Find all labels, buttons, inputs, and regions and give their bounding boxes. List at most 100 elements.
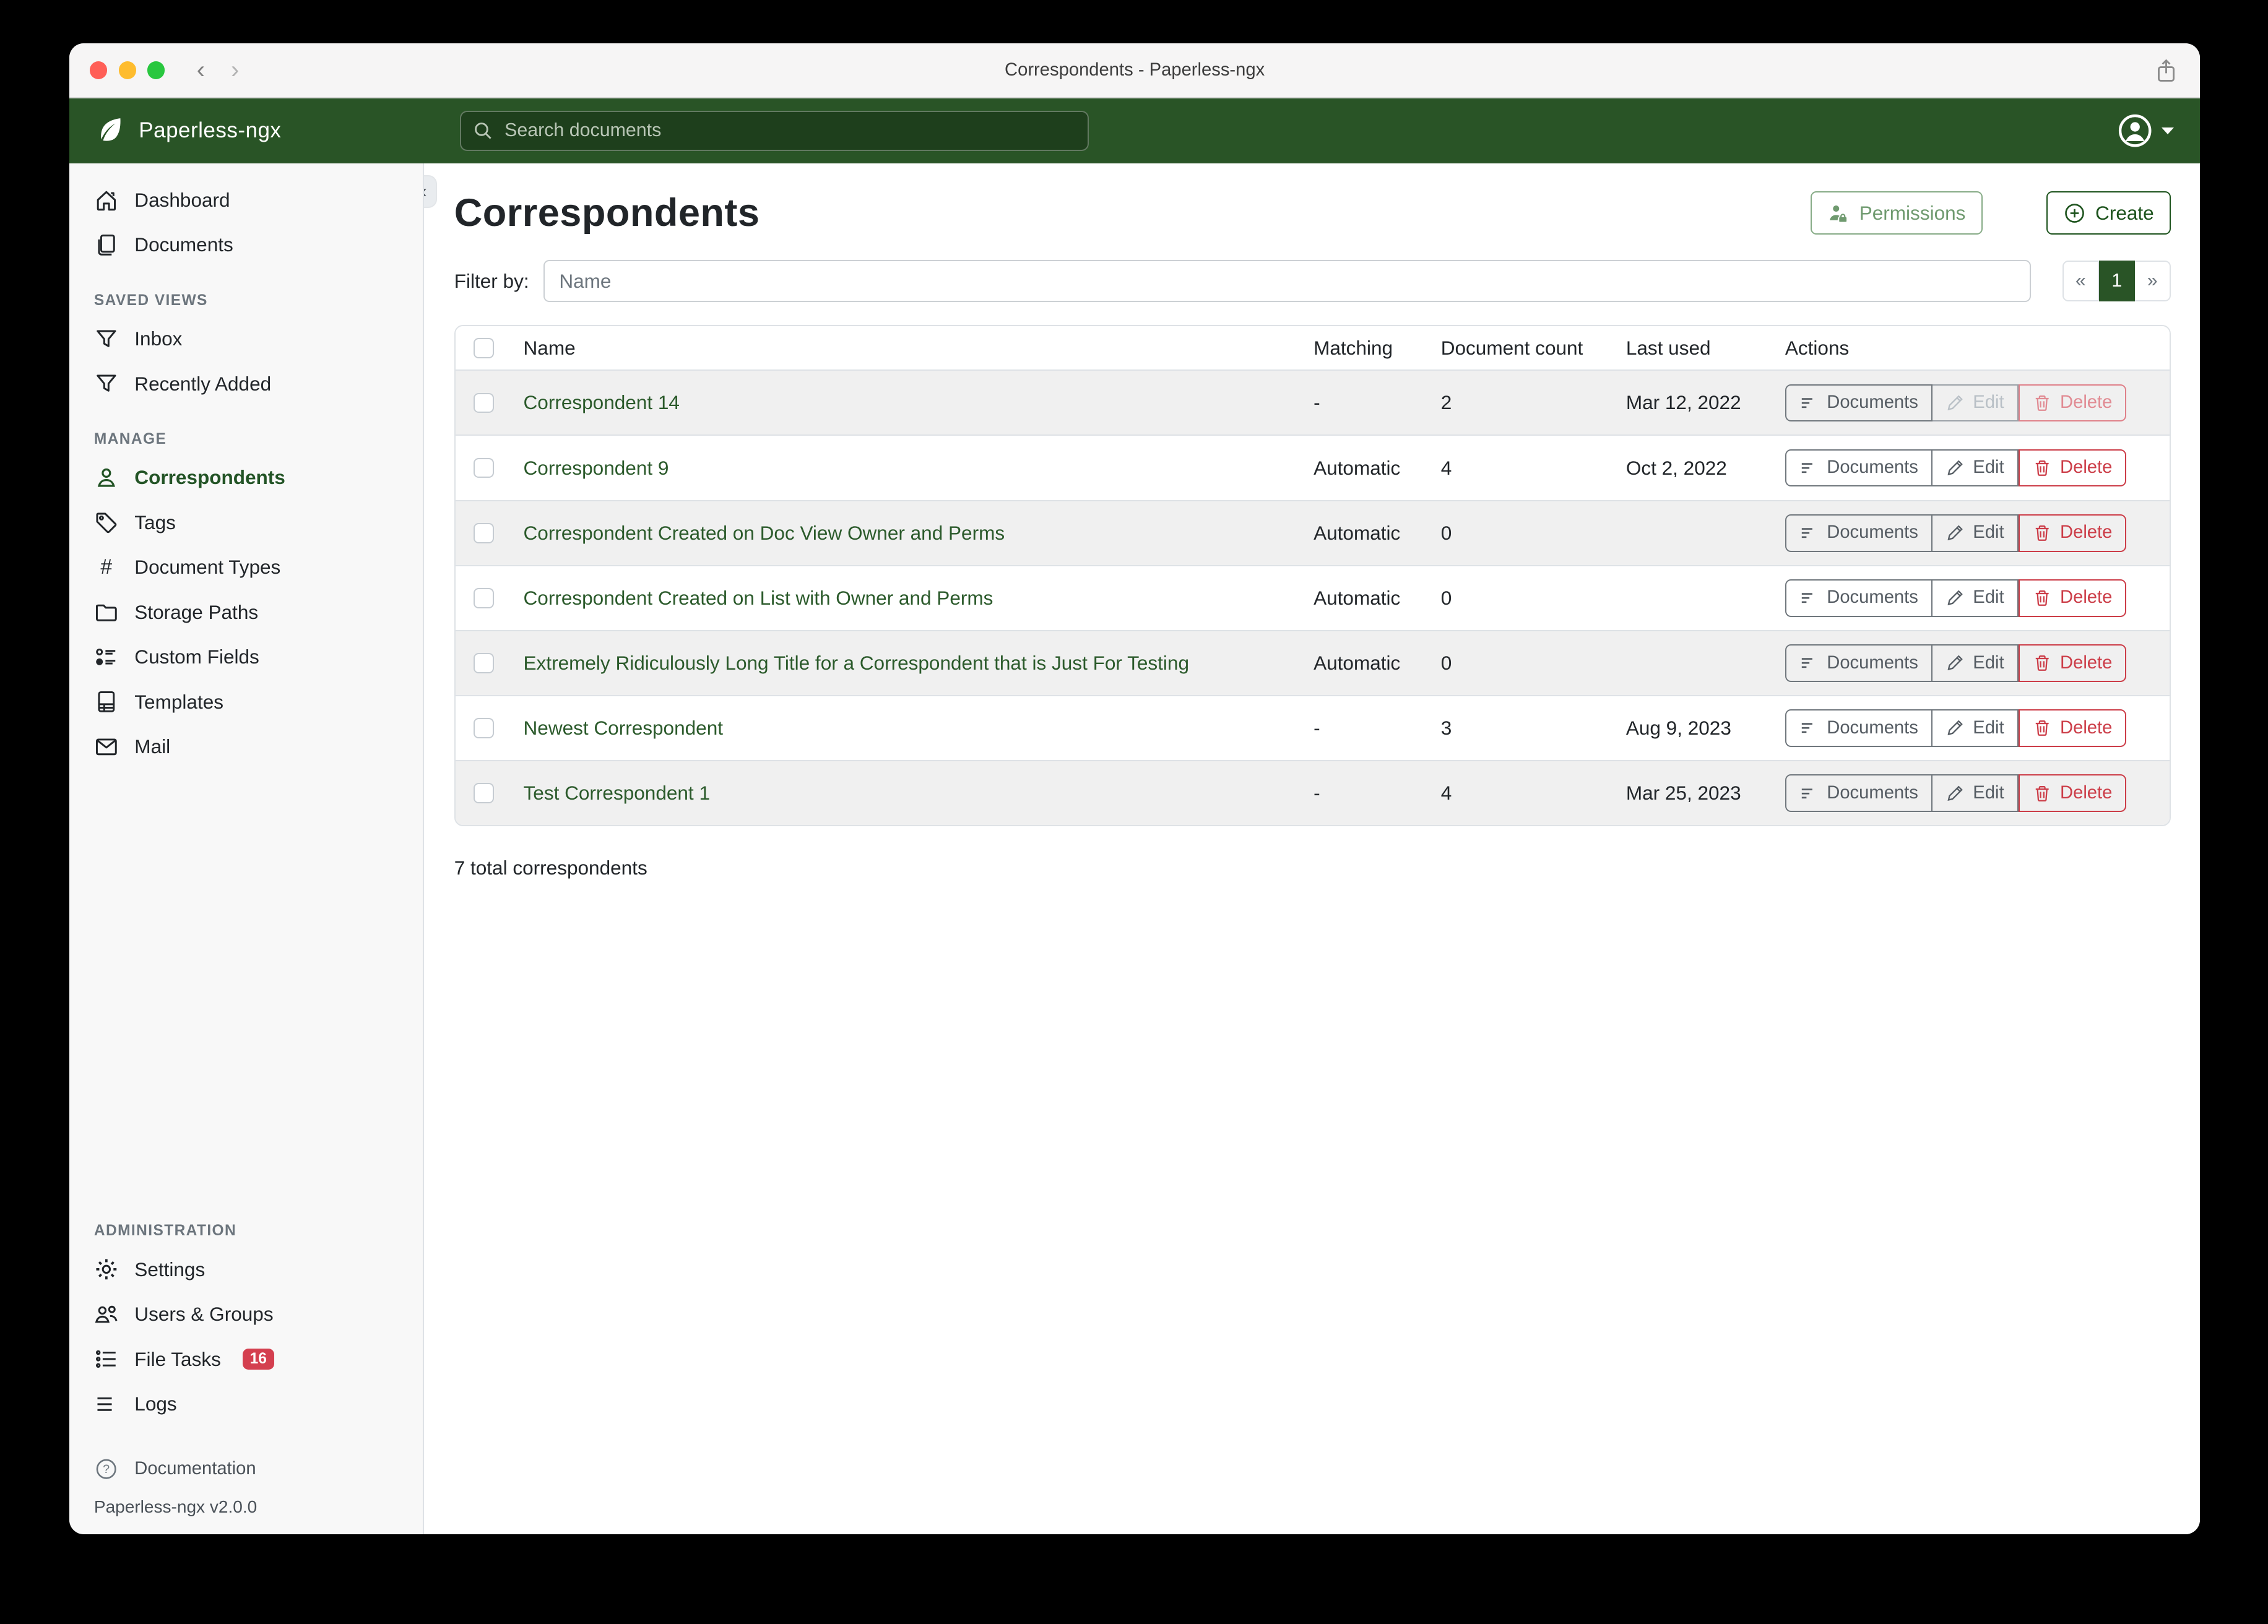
correspondent-name-link[interactable]: Test Correspondent 1 [524, 782, 710, 804]
table-row: Newest Correspondent - 3 Aug 9, 2023 Doc… [456, 695, 2170, 760]
edit-button[interactable]: Edit [1933, 774, 2019, 812]
documents-button-label: Documents [1827, 456, 1918, 480]
correspondent-name-link[interactable]: Correspondent 14 [524, 391, 680, 413]
search-icon [473, 121, 493, 141]
column-header-document-count[interactable]: Document count [1441, 337, 1626, 360]
pencil-icon [1946, 589, 1964, 607]
sidebar-item-document-types[interactable]: # Document Types [69, 545, 422, 590]
funnel-icon [94, 327, 119, 352]
sidebar-item-storage-paths[interactable]: Storage Paths [69, 590, 422, 634]
sidebar-item-recently-added[interactable]: Recently Added [69, 361, 422, 406]
delete-button[interactable]: Delete [2019, 579, 2127, 617]
documents-button[interactable]: Documents [1785, 384, 1933, 422]
matching-cell: - [1314, 782, 1441, 805]
table-row: Extremely Ridiculously Long Title for a … [456, 630, 2170, 695]
edit-button[interactable]: Edit [1933, 644, 2019, 682]
row-checkbox[interactable] [474, 783, 494, 803]
row-checkbox[interactable] [474, 718, 494, 738]
permissions-button[interactable]: Permissions [1811, 191, 1983, 235]
table-row: Correspondent 9 Automatic 4 Oct 2, 2022 … [456, 434, 2170, 499]
row-checkbox[interactable] [474, 653, 494, 673]
edit-button-label: Edit [1973, 456, 2004, 480]
column-header-matching[interactable]: Matching [1314, 337, 1441, 360]
documents-button[interactable]: Documents [1785, 579, 1933, 617]
delete-button-label: Delete [2060, 782, 2112, 805]
users-icon [94, 1302, 119, 1327]
correspondent-name-link[interactable]: Extremely Ridiculously Long Title for a … [524, 652, 1189, 674]
sidebar-item-users-groups[interactable]: Users & Groups [69, 1292, 422, 1337]
share-icon[interactable] [2155, 58, 2177, 84]
sidebar-item-dashboard[interactable]: Dashboard [69, 178, 422, 222]
edit-button-label: Edit [1973, 586, 2004, 610]
delete-button: Delete [2019, 384, 2127, 422]
filter-left-icon [1799, 394, 1818, 412]
create-button[interactable]: Create [2046, 191, 2171, 235]
filter-name-input[interactable] [543, 260, 2031, 302]
row-checkbox[interactable] [474, 458, 494, 478]
trash-icon [2033, 784, 2051, 803]
home-icon [94, 188, 119, 213]
filter-left-icon [1799, 719, 1818, 737]
sidebar-item-mail[interactable]: Mail [69, 724, 422, 769]
documents-button[interactable]: Documents [1785, 514, 1933, 552]
sidebar-item-file-tasks[interactable]: File Tasks 16 [69, 1337, 422, 1381]
sidebar-item-documentation[interactable]: ? Documentation [69, 1446, 422, 1491]
global-search [460, 111, 1089, 151]
pagination-page-1-button[interactable]: 1 [2099, 261, 2135, 301]
folder-icon [94, 600, 119, 624]
sidebar-item-label: Custom Fields [134, 646, 259, 668]
delete-button[interactable]: Delete [2019, 514, 2127, 552]
last-used-cell: Mar 25, 2023 [1626, 782, 1785, 805]
documents-button[interactable]: Documents [1785, 644, 1933, 682]
sidebar-item-inbox[interactable]: Inbox [69, 317, 422, 361]
documents-button[interactable]: Documents [1785, 774, 1933, 812]
page-title: Correspondents [454, 191, 1811, 235]
correspondent-name-link[interactable]: Correspondent Created on Doc View Owner … [524, 522, 1005, 544]
documents-button[interactable]: Documents [1785, 709, 1933, 747]
documents-button-label: Documents [1827, 391, 1918, 415]
sidebar-item-documents[interactable]: Documents [69, 223, 422, 267]
documents-button[interactable]: Documents [1785, 449, 1933, 487]
row-checkbox[interactable] [474, 588, 494, 608]
sidebar-item-templates[interactable]: Templates [69, 680, 422, 724]
sidebar-item-tags[interactable]: Tags [69, 500, 422, 545]
edit-button[interactable]: Edit [1933, 449, 2019, 487]
logs-icon [94, 1392, 119, 1417]
delete-button[interactable]: Delete [2019, 774, 2127, 812]
document-count-cell: 0 [1441, 587, 1626, 610]
document-count-cell: 4 [1441, 457, 1626, 480]
sidebar-bottom: ADMINISTRATION Settings Users & Groups [69, 1198, 422, 1535]
delete-button[interactable]: Delete [2019, 644, 2127, 682]
column-header-name[interactable]: Name [524, 337, 1314, 360]
correspondent-name-link[interactable]: Correspondent 9 [524, 457, 669, 479]
search-input[interactable] [460, 111, 1089, 151]
last-used-cell: Aug 9, 2023 [1626, 717, 1785, 740]
delete-button[interactable]: Delete [2019, 709, 2127, 747]
sidebar-item-logs[interactable]: Logs [69, 1381, 422, 1426]
row-checkbox[interactable] [474, 393, 494, 413]
browser-window: ‹ › Correspondents - Paperless-ngx Paper… [69, 43, 2200, 1534]
row-checkbox[interactable] [474, 523, 494, 543]
trash-icon [2033, 589, 2051, 607]
sidebar-item-settings[interactable]: Settings [69, 1247, 422, 1292]
edit-button[interactable]: Edit [1933, 709, 2019, 747]
sidebar-item-correspondents[interactable]: Correspondents [69, 456, 422, 500]
sidebar-collapse-button[interactable]: « [424, 175, 437, 209]
edit-button[interactable]: Edit [1933, 514, 2019, 552]
trash-icon [2033, 459, 2051, 477]
pencil-icon [1946, 654, 1964, 672]
document-count-cell: 0 [1441, 522, 1626, 545]
sidebar-item-custom-fields[interactable]: Custom Fields [69, 634, 422, 679]
edit-button[interactable]: Edit [1933, 579, 2019, 617]
delete-button-label: Delete [2060, 717, 2112, 740]
column-header-last-used[interactable]: Last used [1626, 337, 1785, 360]
sidebar-item-label: Documentation [134, 1459, 256, 1479]
delete-button[interactable]: Delete [2019, 449, 2127, 487]
correspondent-name-link[interactable]: Newest Correspondent [524, 717, 724, 739]
filter-left-icon [1799, 459, 1818, 477]
user-menu[interactable] [2117, 113, 2174, 149]
correspondent-name-link[interactable]: Correspondent Created on List with Owner… [524, 587, 993, 609]
app-brand[interactable]: Paperless-ngx [94, 115, 447, 147]
gear-icon [94, 1257, 119, 1282]
select-all-checkbox[interactable] [474, 338, 494, 358]
